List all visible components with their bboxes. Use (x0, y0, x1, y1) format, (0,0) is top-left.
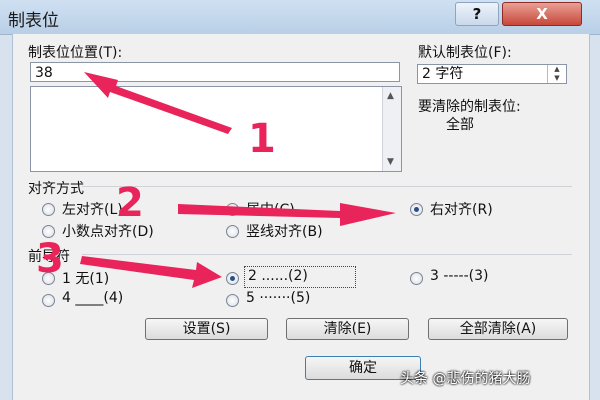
watermark: 头条 @悲伤的猪大肠 (400, 371, 531, 387)
annotation-number-3: 3 (36, 236, 64, 282)
annotation-number-2: 2 (116, 180, 144, 226)
arrow-1 (84, 72, 232, 134)
annotation-arrows (80, 72, 396, 288)
arrow-2 (178, 203, 396, 226)
arrow-3 (80, 256, 222, 288)
annotation-number-1: 1 (248, 116, 276, 162)
